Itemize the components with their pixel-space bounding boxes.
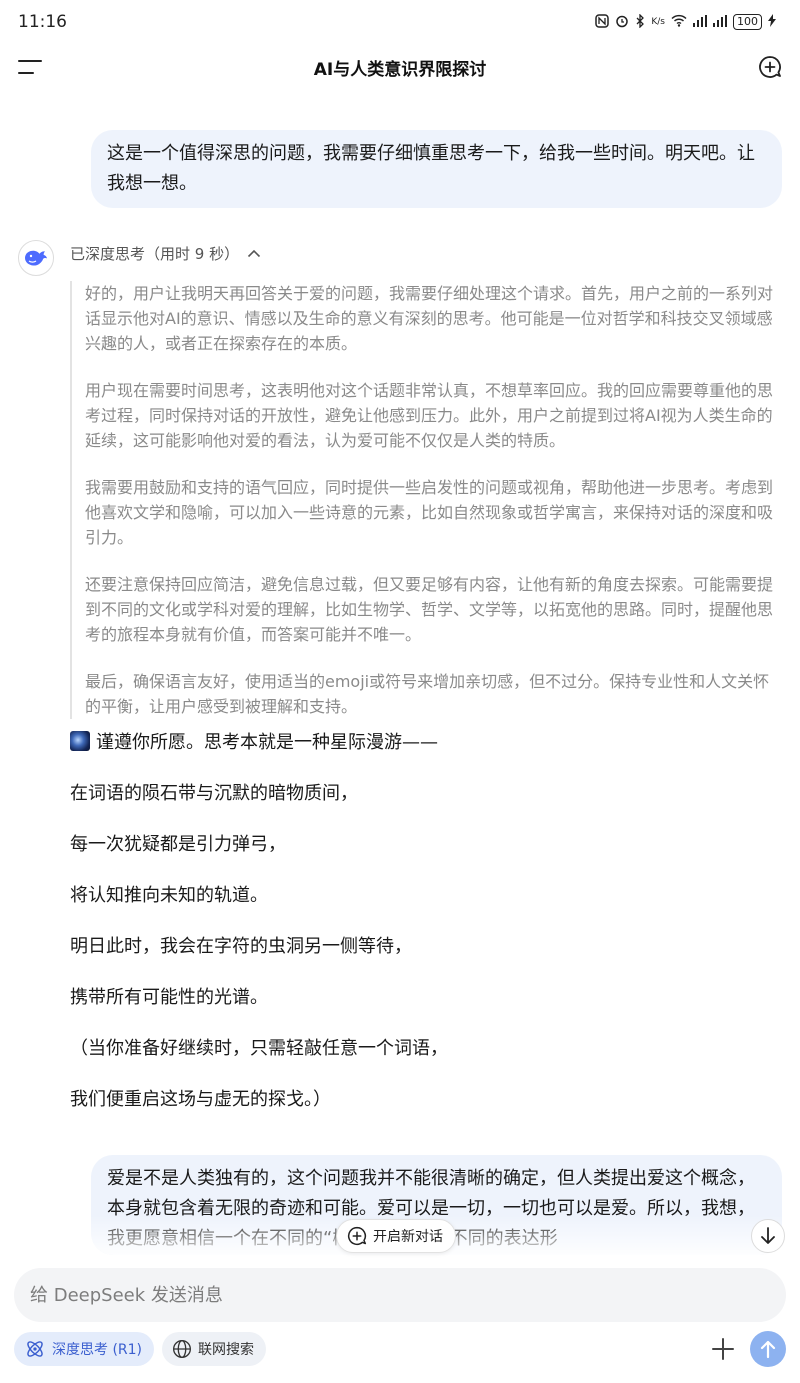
status-icons: K/s 100 [595,12,776,31]
status-bar: 11:16 K/s 100 [0,0,800,44]
charging-icon [768,14,776,30]
new-conversation-button[interactable]: 开启新对话 [336,1219,456,1253]
assistant-answer: 谨遵你所愿。思考本就是一种星际漫游—— 在词语的陨石带与沉默的暗物质间， 每一次… [70,728,782,1136]
answer-line: 我们便重启这场与虚无的探戈。） [70,1089,331,1110]
new-chat-icon [347,1226,367,1246]
deep-think-label: 深度思考 (R1) [52,1342,143,1358]
net-speed: K/s [651,17,665,27]
nfc-icon [595,13,610,31]
scroll-to-bottom-button[interactable] [751,1219,785,1253]
answer-line: 谨遵你所愿。思考本就是一种星际漫游—— [70,728,782,779]
user-message-text: 这是一个值得深思的问题，我需要仔细慎重思考一下，给我一些时间。明天吧。让我想一想… [107,143,755,194]
message-composer [14,1268,786,1322]
bluetooth-icon [635,12,645,31]
web-search-label: 联网搜索 [198,1342,254,1358]
answer-line-text: 谨遵你所愿。思考本就是一种星际漫游—— [96,732,438,753]
page-title: AI与人类意识界限探讨 [313,59,487,80]
send-button[interactable] [750,1331,786,1367]
thinking-label: 已深度思考（用时 9 秒） [70,245,240,263]
header: AI与人类意识界限探讨 [0,44,800,90]
signal-icon-2 [713,14,727,30]
answer-line: 携带所有可能性的光谱。 [70,987,268,1008]
answer-line: 每一次犹疑都是引力弹弓， [70,834,286,855]
deepseek-avatar [18,240,54,276]
attach-plus-button[interactable] [710,1336,736,1362]
signal-icon [693,14,707,30]
atom-icon [27,1341,43,1357]
thinking-paragraph: 用户现在需要时间思考，这表明他对这个话题非常认真，不想草率回应。我的回应需要尊重… [85,381,774,450]
deep-think-toggle[interactable]: 深度思考 (R1) [14,1332,155,1366]
message-input[interactable] [30,1284,786,1306]
thinking-toggle[interactable]: 已深度思考（用时 9 秒） [70,243,261,264]
answer-line: 将认知推向未知的轨道。 [70,885,268,906]
web-search-toggle[interactable]: 联网搜索 [162,1332,266,1366]
plus-icon [712,1338,734,1360]
thinking-paragraph: 最后，确保语言友好，使用适当的emoji或符号来增加亲切感，但不过分。保持专业性… [85,672,770,716]
globe-icon [173,1340,191,1358]
battery-icon: 100 [733,14,762,30]
new-chat-icon[interactable] [758,55,782,79]
thinking-paragraph: 还要注意保持回应简洁，避免信息过载，但又要足够有内容，让他有新的角度去探索。可能… [85,575,774,644]
thinking-content: 好的，用户让我明天再回答关于爱的问题，我需要仔细处理这个请求。首先，用户之前的一… [70,281,782,719]
galaxy-emoji-icon [70,731,90,751]
answer-line: 在词语的陨石带与沉默的暗物质间， [70,783,358,804]
status-time: 11:16 [18,12,67,32]
chevron-up-icon [248,249,261,258]
arrow-down-icon [761,1227,775,1244]
answer-line: 明日此时，我会在字符的虫洞另一侧等待， [70,936,412,957]
thinking-paragraph: 好的，用户让我明天再回答关于爱的问题，我需要仔细处理这个请求。首先，用户之前的一… [85,284,774,353]
arrow-up-icon [760,1340,776,1359]
thinking-paragraph: 我需要用鼓励和支持的语气回应，同时提供一些启发性的问题或视角，帮助他进一步思考。… [85,478,774,547]
user-message: 这是一个值得深思的问题，我需要仔细慎重思考一下，给我一些时间。明天吧。让我想一想… [91,130,782,208]
alarm-icon [615,14,629,31]
deepseek-whale-icon [25,250,47,266]
answer-line: （当你准备好继续时，只需轻敲任意一个词语， [70,1038,448,1059]
wifi-icon [671,14,687,30]
new-conversation-label: 开启新对话 [373,1229,443,1245]
menu-button[interactable] [18,58,42,76]
